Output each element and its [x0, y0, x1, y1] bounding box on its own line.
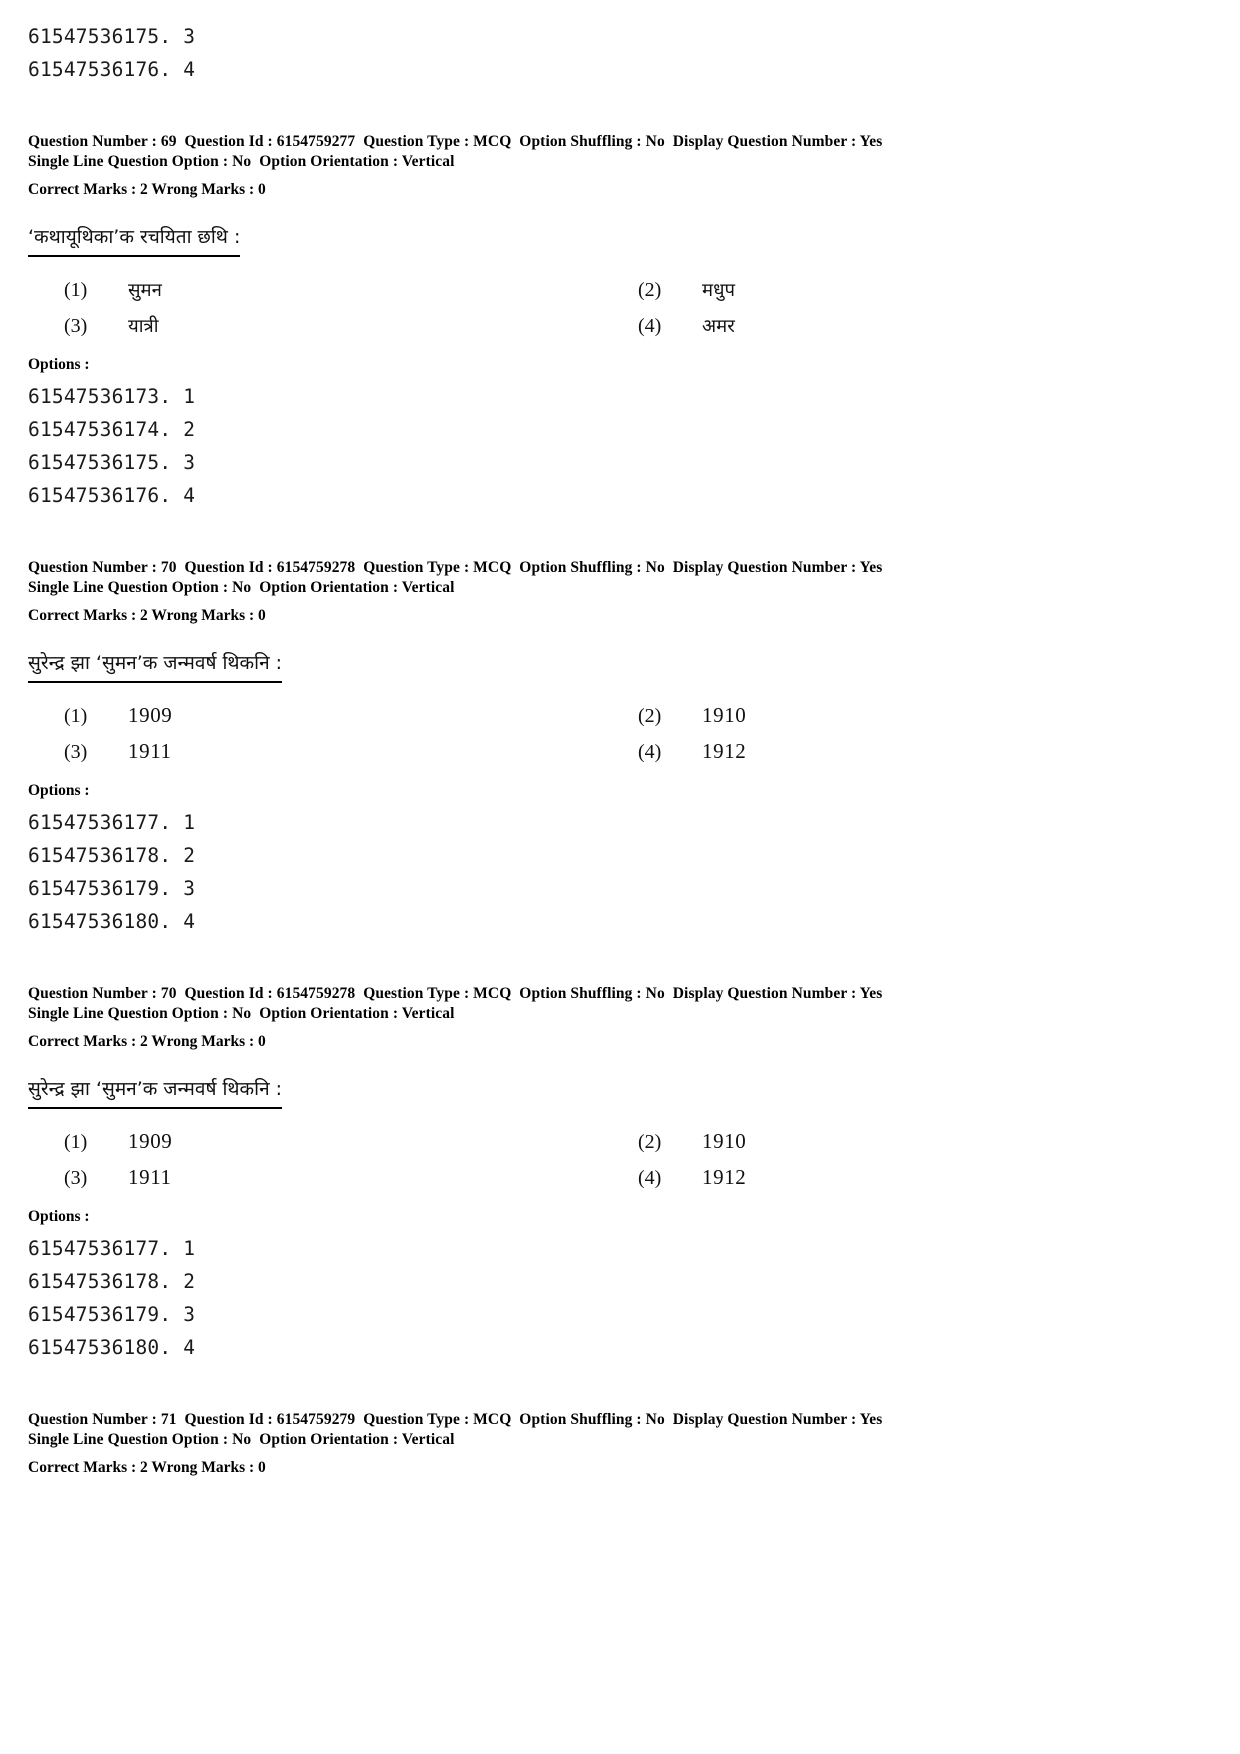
option-id-line: 61547536178. 2 [28, 1270, 196, 1293]
question-stem-text: सुरेन्द्र झा ‘सुमन’क जन्मवर्ष थिकनि : [28, 648, 283, 683]
option-id-line: 61547536176. 4 [28, 58, 196, 81]
choice-row: (1) सुमन (2) मधुप [28, 277, 1212, 302]
question-stem-wrap: सुरेन्द्र झा ‘सुमन’क जन्मवर्ष थिकनि : [28, 648, 1212, 683]
choice-number: (3) [64, 741, 88, 763]
choice-grid: (1) 1909 (2) 1910 (3) 1911 (4) 1912 [28, 703, 1212, 764]
choice-label: 1911 [128, 739, 172, 763]
option-id-line: 61547536175. 3 [28, 25, 196, 48]
options-heading: Options : [28, 1208, 90, 1225]
choice-number: (3) [64, 1167, 88, 1189]
choice-label: सुमन [128, 280, 162, 301]
option-id-line: 61547536177. 1 [28, 811, 196, 834]
question-meta-line-2: Single Line Question Option : No Option … [28, 1005, 455, 1022]
choice-number: (3) [64, 315, 88, 337]
choice-row: (1) 1909 (2) 1910 [28, 1129, 1212, 1154]
choice-label: 1912 [702, 1165, 747, 1189]
question-marks-line: Correct Marks : 2 Wrong Marks : 0 [28, 181, 266, 198]
option-id-list: 61547536177. 1 61547536178. 2 6154753617… [28, 1232, 1212, 1364]
question-stem-text: ‘कथायूथिका’क रचयिता छथि : [28, 222, 241, 257]
choice-number: (4) [638, 741, 662, 763]
choice-option-3[interactable]: (3) 1911 [28, 739, 620, 764]
top-spacer [0, 0, 1240, 20]
question-marks-line: Correct Marks : 2 Wrong Marks : 0 [28, 1033, 266, 1050]
option-id-line: 61547536177. 1 [28, 1237, 196, 1260]
question-stem-wrap: ‘कथायूथिका’क रचयिता छथि : [28, 222, 1212, 257]
option-id-line: 61547536179. 3 [28, 1303, 196, 1326]
exam-page: 61547536175. 3 61547536176. 4 Question N… [0, 0, 1240, 1754]
choice-number: (1) [64, 1131, 88, 1153]
choice-number: (1) [64, 279, 88, 301]
choice-option-3[interactable]: (3) यात्री [28, 313, 620, 338]
choice-option-2[interactable]: (2) 1910 [620, 1129, 1212, 1154]
choice-option-1[interactable]: (1) सुमन [28, 277, 620, 302]
choice-row: (3) यात्री (4) अमर [28, 313, 1212, 338]
question-block-71: Question Number : 71 Question Id : 61547… [0, 1410, 1240, 1478]
options-heading: Options : [28, 782, 90, 799]
choice-label: 1910 [702, 1129, 747, 1153]
choice-grid: (1) सुमन (2) मधुप (3) यात्री (4) अमर [28, 277, 1212, 338]
choice-row: (3) 1911 (4) 1912 [28, 739, 1212, 764]
question-meta-line-2: Single Line Question Option : No Option … [28, 579, 455, 596]
choice-grid: (1) 1909 (2) 1910 (3) 1911 (4) 1912 [28, 1129, 1212, 1190]
choice-label: 1910 [702, 703, 747, 727]
choice-label: यात्री [128, 316, 159, 337]
choice-label: 1909 [128, 703, 173, 727]
option-id-line: 61547536179. 3 [28, 877, 196, 900]
option-id-line: 61547536180. 4 [28, 1336, 196, 1359]
choice-option-4[interactable]: (4) अमर [620, 313, 1212, 338]
choice-label: 1912 [702, 739, 747, 763]
option-id-line: 61547536180. 4 [28, 910, 196, 933]
carryover-option-id-list: 61547536175. 3 61547536176. 4 [0, 20, 1240, 86]
question-meta-line-2: Single Line Question Option : No Option … [28, 153, 455, 170]
question-stem-text: सुरेन्द्र झा ‘सुमन’क जन्मवर्ष थिकनि : [28, 1074, 283, 1109]
option-id-list: 61547536177. 1 61547536178. 2 6154753617… [28, 806, 1212, 938]
question-marks-line: Correct Marks : 2 Wrong Marks : 0 [28, 1459, 266, 1476]
question-meta-line-1: Question Number : 70 Question Id : 61547… [28, 985, 883, 1002]
option-id-line: 61547536174. 2 [28, 418, 196, 441]
question-meta-line-1: Question Number : 69 Question Id : 61547… [28, 133, 883, 150]
choice-option-1[interactable]: (1) 1909 [28, 1129, 620, 1154]
choice-option-4[interactable]: (4) 1912 [620, 1165, 1212, 1190]
question-block-69: Question Number : 69 Question Id : 61547… [0, 132, 1240, 512]
option-id-line: 61547536178. 2 [28, 844, 196, 867]
choice-row: (1) 1909 (2) 1910 [28, 703, 1212, 728]
choice-label: 1911 [128, 1165, 172, 1189]
choice-label: 1909 [128, 1129, 173, 1153]
choice-option-2[interactable]: (2) 1910 [620, 703, 1212, 728]
choice-number: (1) [64, 705, 88, 727]
choice-option-2[interactable]: (2) मधुप [620, 277, 1212, 302]
question-meta-line-1: Question Number : 70 Question Id : 61547… [28, 559, 883, 576]
question-meta-line-1: Question Number : 71 Question Id : 61547… [28, 1411, 883, 1428]
question-marks-line: Correct Marks : 2 Wrong Marks : 0 [28, 607, 266, 624]
choice-option-1[interactable]: (1) 1909 [28, 703, 620, 728]
option-id-line: 61547536176. 4 [28, 484, 196, 507]
choice-row: (3) 1911 (4) 1912 [28, 1165, 1212, 1190]
choice-number: (2) [638, 279, 662, 301]
choice-number: (2) [638, 1131, 662, 1153]
question-meta-line-2: Single Line Question Option : No Option … [28, 1431, 455, 1448]
question-block-70-b: Question Number : 70 Question Id : 61547… [0, 984, 1240, 1364]
option-id-line: 61547536173. 1 [28, 385, 196, 408]
choice-label: मधुप [702, 280, 735, 301]
options-heading: Options : [28, 356, 90, 373]
choice-option-4[interactable]: (4) 1912 [620, 739, 1212, 764]
option-id-list: 61547536173. 1 61547536174. 2 6154753617… [28, 380, 1212, 512]
question-stem-wrap: सुरेन्द्र झा ‘सुमन’क जन्मवर्ष थिकनि : [28, 1074, 1212, 1109]
question-block-70-a: Question Number : 70 Question Id : 61547… [0, 558, 1240, 938]
choice-option-3[interactable]: (3) 1911 [28, 1165, 620, 1190]
choice-number: (4) [638, 315, 662, 337]
choice-label: अमर [702, 316, 735, 337]
choice-number: (2) [638, 705, 662, 727]
option-id-line: 61547536175. 3 [28, 451, 196, 474]
choice-number: (4) [638, 1167, 662, 1189]
